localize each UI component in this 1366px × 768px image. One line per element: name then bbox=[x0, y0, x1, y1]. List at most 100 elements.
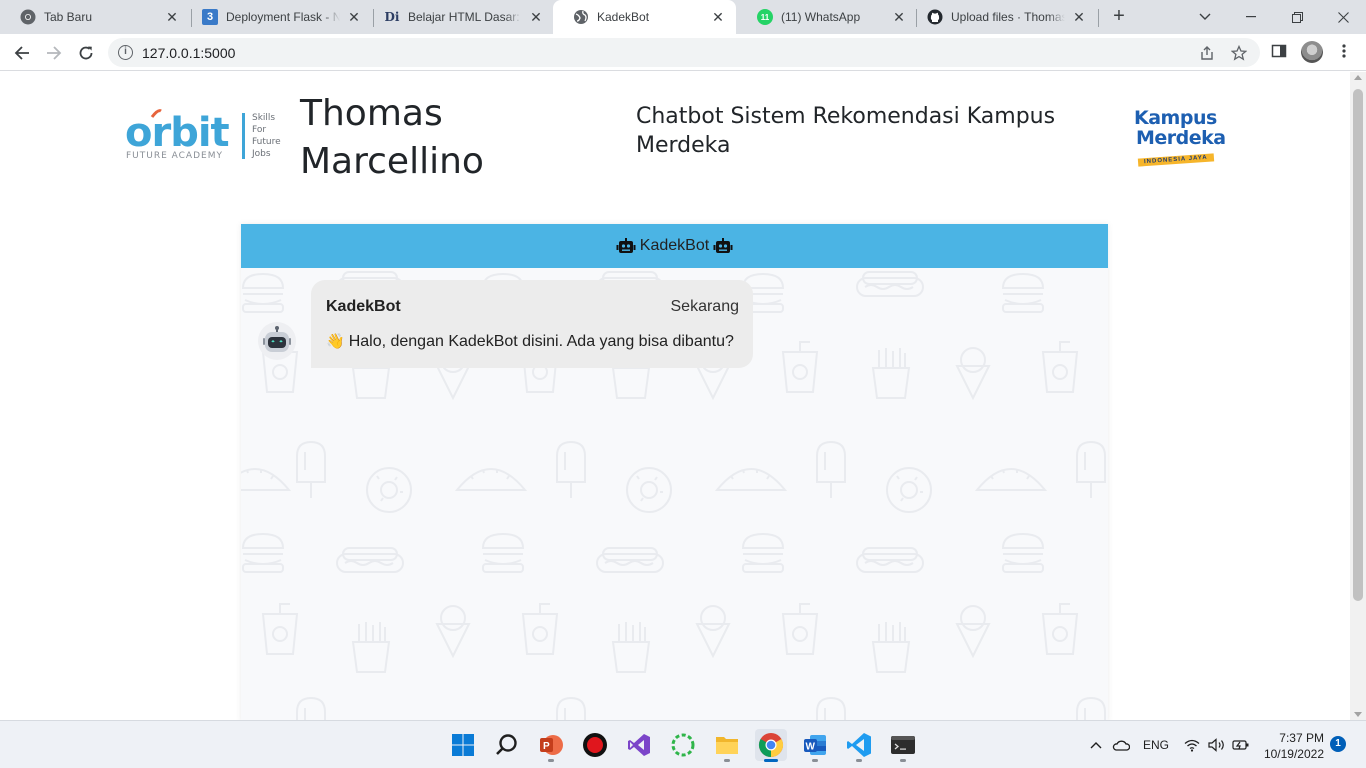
close-icon[interactable]: ✕ bbox=[710, 9, 726, 25]
robot-avatar-icon bbox=[263, 326, 291, 352]
taskbar-powerpoint[interactable]: P bbox=[535, 729, 567, 762]
orbit-wordmark: orbit bbox=[125, 110, 230, 156]
speaker-icon bbox=[1208, 738, 1224, 752]
reload-icon bbox=[79, 46, 93, 60]
tab-kadekbot[interactable]: KadekBot ✕ bbox=[553, 0, 736, 34]
chevron-up-icon bbox=[1090, 742, 1102, 749]
waving-hand-icon: 👋 bbox=[326, 333, 345, 350]
clock-date: 10/19/2022 bbox=[1263, 747, 1324, 761]
windows-taskbar: P W ENG 7:37 PM 10/19/2022 1 bbox=[0, 720, 1366, 768]
scrollbar-thumb[interactable] bbox=[1353, 89, 1363, 601]
restore-button[interactable] bbox=[1274, 0, 1320, 34]
close-icon[interactable]: ✕ bbox=[346, 9, 362, 25]
tab-whatsapp[interactable]: 11 (11) WhatsApp ✕ bbox=[737, 0, 917, 34]
whatsapp-icon: 11 bbox=[757, 9, 773, 25]
arrow-right-icon bbox=[47, 46, 62, 60]
close-icon[interactable]: ✕ bbox=[164, 9, 180, 25]
obs-icon bbox=[583, 733, 607, 757]
visual-studio-icon bbox=[628, 734, 650, 756]
address-bar[interactable]: i 127.0.0.1:5000 bbox=[108, 38, 1260, 67]
orbit-tagline: FUTURE ACADEMY bbox=[126, 151, 223, 161]
arrow-left-icon bbox=[14, 46, 29, 60]
taskbar-file-explorer[interactable] bbox=[711, 729, 743, 762]
close-icon[interactable]: ✕ bbox=[1071, 9, 1087, 25]
back-button[interactable] bbox=[8, 39, 36, 67]
svg-text:P: P bbox=[543, 741, 550, 752]
svg-text:Future: Future bbox=[252, 137, 281, 147]
page-title: Thomas Marcellino bbox=[300, 93, 484, 182]
minimize-button[interactable] bbox=[1228, 0, 1274, 34]
forward-button[interactable] bbox=[40, 39, 68, 67]
close-icon[interactable]: ✕ bbox=[528, 9, 544, 25]
tab-deployment-flask[interactable]: 3 Deployment Flask - Na ✕ bbox=[182, 0, 372, 34]
taskbar-visual-studio[interactable] bbox=[623, 729, 655, 761]
close-icon bbox=[1337, 11, 1349, 23]
tab-upload-files[interactable]: Upload files · Thomas ✕ bbox=[907, 0, 1097, 34]
bookmark-star-icon[interactable] bbox=[1230, 44, 1248, 61]
message-text: 👋 Halo, dengan KadekBot disini. Ada yang … bbox=[326, 332, 734, 351]
taskbar-terminal[interactable] bbox=[887, 729, 919, 762]
tab-strip: Tab Baru ✕ 3 Deployment Flask - Na ✕ Di … bbox=[0, 0, 1366, 34]
start-button[interactable] bbox=[447, 729, 479, 761]
page-viewport: orbit FUTURE ACADEMY Skills For Future J… bbox=[0, 72, 1350, 720]
svg-text:Jobs: Jobs bbox=[251, 149, 271, 159]
info-icon[interactable]: i bbox=[118, 45, 133, 60]
chrome-icon bbox=[758, 733, 784, 757]
reload-button[interactable] bbox=[72, 39, 100, 67]
scroll-down-arrow-icon[interactable] bbox=[1354, 712, 1362, 717]
chat-window: KadekBot KadekBot Sekarang 👋 Halo, denga… bbox=[241, 224, 1108, 720]
minimize-icon bbox=[1246, 16, 1256, 18]
tab-title: KadekBot bbox=[597, 10, 650, 24]
volume-button[interactable] bbox=[1208, 721, 1226, 768]
tab-title: Upload files · Thomas bbox=[951, 10, 1065, 24]
bot-message-bubble: KadekBot Sekarang 👋 Halo, dengan KadekBot… bbox=[311, 280, 753, 368]
profile-avatar[interactable] bbox=[1301, 41, 1323, 63]
url-text[interactable]: 127.0.0.1:5000 bbox=[142, 45, 235, 61]
taskbar-chrome[interactable] bbox=[755, 729, 787, 762]
svg-text:W: W bbox=[806, 742, 816, 753]
clock[interactable]: 7:37 PM 10/19/2022 bbox=[1262, 730, 1324, 762]
robot-icon bbox=[713, 238, 733, 254]
taskbar-word[interactable]: W bbox=[799, 729, 831, 762]
browser-toolbar: i 127.0.0.1:5000 bbox=[0, 34, 1366, 71]
onedrive-button[interactable] bbox=[1112, 721, 1130, 768]
chat-messages-area[interactable]: KadekBot Sekarang 👋 Halo, dengan KadekBot… bbox=[241, 268, 1108, 720]
dicoding-icon: Di bbox=[384, 10, 400, 24]
globe-icon bbox=[573, 9, 589, 25]
battery-charging-icon bbox=[1232, 740, 1249, 750]
svg-text:For: For bbox=[252, 125, 266, 135]
close-window-button[interactable] bbox=[1320, 0, 1366, 34]
notification-badge[interactable]: 1 bbox=[1330, 736, 1346, 752]
taskbar-vscode[interactable] bbox=[843, 729, 875, 762]
tab-search-button[interactable] bbox=[1182, 0, 1228, 34]
side-panel-icon[interactable] bbox=[1270, 43, 1288, 61]
svg-text:Skills: Skills bbox=[252, 113, 275, 123]
kampus-merdeka-logo: Kampus Merdeka INDONESIA JAYA bbox=[1134, 107, 1226, 167]
taskbar-search-button[interactable] bbox=[491, 729, 523, 761]
github-icon bbox=[927, 9, 943, 25]
terminal-icon bbox=[891, 736, 915, 754]
word-icon: W bbox=[804, 735, 826, 755]
scroll-up-arrow-icon[interactable] bbox=[1354, 75, 1362, 80]
robot-icon bbox=[616, 238, 636, 254]
tab-title: Tab Baru bbox=[44, 10, 93, 24]
share-icon[interactable] bbox=[1199, 45, 1215, 61]
network-button[interactable] bbox=[1184, 721, 1200, 768]
new-tab-button[interactable]: + bbox=[1109, 6, 1129, 27]
tray-overflow-button[interactable] bbox=[1090, 721, 1102, 768]
orbit-future-academy-logo: orbit FUTURE ACADEMY Skills For Future J… bbox=[125, 107, 295, 163]
tab-title: (11) WhatsApp bbox=[781, 10, 861, 24]
tab-belajar-html[interactable]: Di Belajar HTML Dasar: C ✕ bbox=[364, 0, 554, 34]
battery-button[interactable] bbox=[1232, 721, 1250, 768]
taskbar-obs[interactable] bbox=[579, 729, 611, 761]
more-menu-icon[interactable] bbox=[1335, 43, 1353, 61]
chat-title: KadekBot bbox=[639, 237, 710, 254]
taskbar-spinner-app[interactable] bbox=[667, 729, 699, 761]
restore-icon bbox=[1291, 11, 1303, 23]
tab-tab-baru[interactable]: Tab Baru ✕ bbox=[0, 0, 190, 34]
bot-avatar bbox=[258, 322, 296, 360]
language-indicator[interactable]: ENG bbox=[1143, 721, 1169, 768]
wifi-icon bbox=[1184, 739, 1200, 752]
page-scrollbar[interactable] bbox=[1350, 72, 1366, 720]
close-icon[interactable]: ✕ bbox=[891, 9, 907, 25]
